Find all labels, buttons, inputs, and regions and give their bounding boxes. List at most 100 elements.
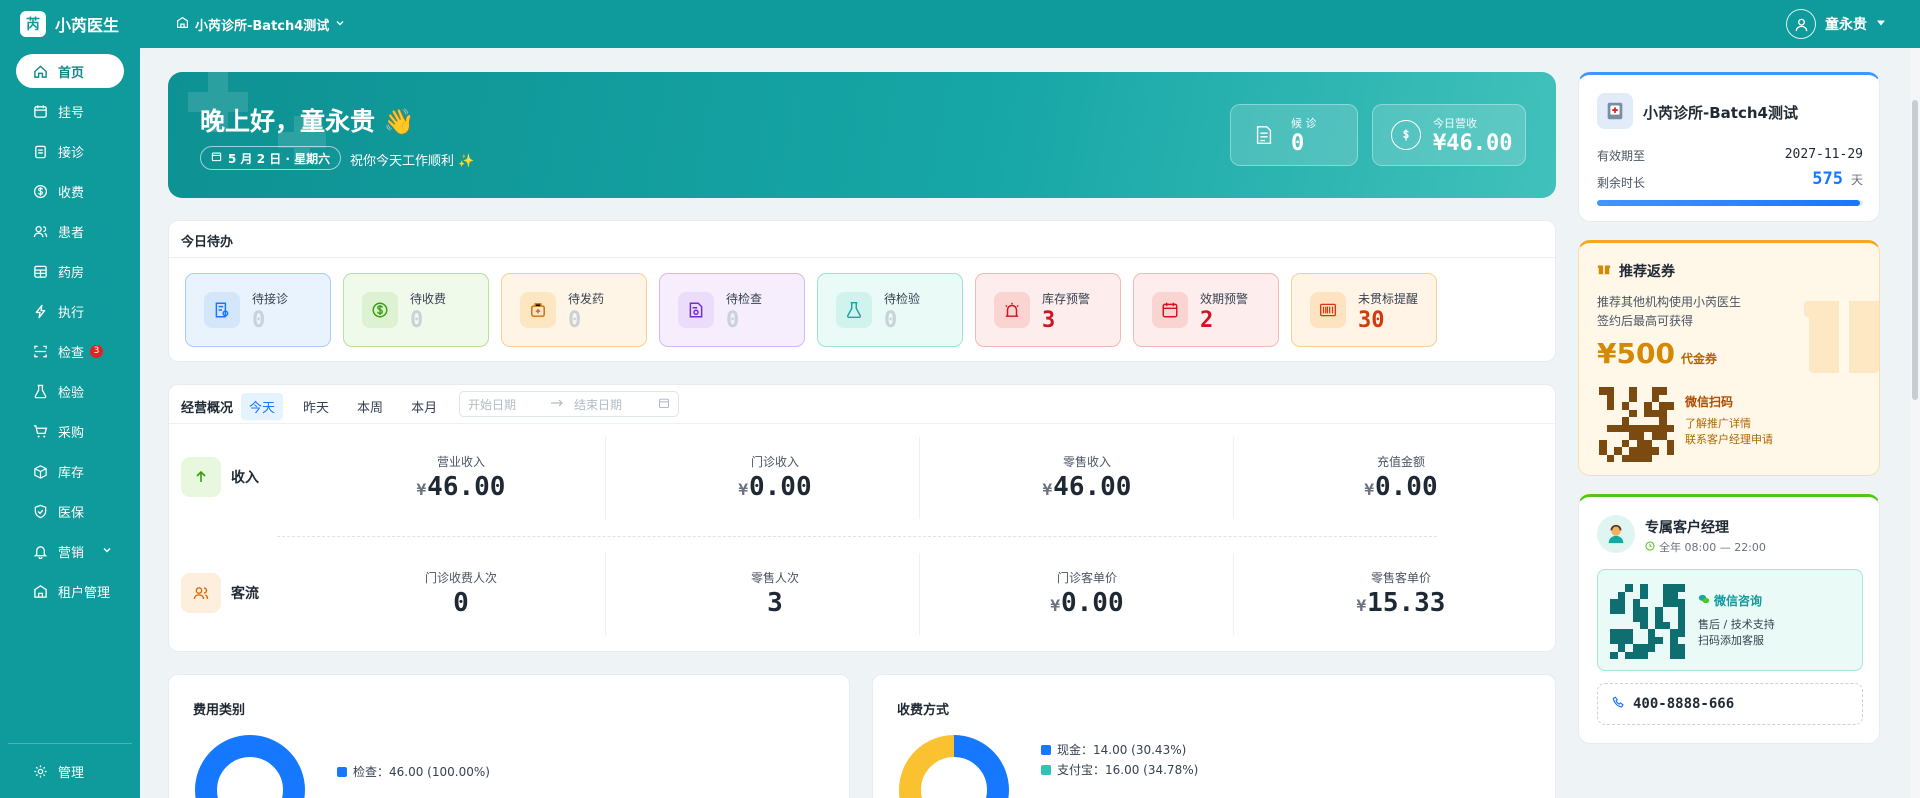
tab-today[interactable]: 今天	[241, 393, 284, 420]
waiting-card[interactable]: 候 诊 0	[1230, 104, 1358, 166]
document-icon	[1249, 120, 1279, 150]
bell-icon	[32, 543, 48, 559]
barcode-icon	[1310, 292, 1346, 328]
qr-cell	[1599, 387, 1607, 395]
tab-yesterday[interactable]: 昨天	[295, 393, 337, 420]
todo-pending-exam[interactable]: 待检查 0	[659, 273, 805, 347]
metric-value: ¥46.00	[931, 472, 1243, 502]
divider	[169, 423, 1555, 424]
todo-label: 待检验	[884, 292, 921, 306]
sidebar-item-exam[interactable]: 检查 3	[16, 334, 124, 368]
qr-cell	[1610, 651, 1618, 659]
qr-cell	[1614, 410, 1622, 418]
todo-value: 0	[884, 308, 898, 333]
divider	[169, 257, 1555, 258]
qr-cell	[1622, 410, 1630, 418]
sidebar-item-patients[interactable]: 患者	[16, 214, 124, 248]
user-menu[interactable]: 童永贵	[1786, 9, 1886, 39]
todo-pending-charge[interactable]: 待收费 0	[343, 273, 489, 347]
qr-cell	[1633, 584, 1641, 592]
revenue-card[interactable]: 今日营收 ¥46.00	[1372, 104, 1526, 166]
qr-cell	[1644, 417, 1652, 425]
wechat-consult-box[interactable]: 微信咨询 售后 / 技术支持 扫码添加客服	[1597, 569, 1863, 671]
sidebar-item-insurance[interactable]: 医保	[16, 494, 124, 528]
sidebar-item-consult[interactable]: 接诊	[16, 134, 124, 168]
qr-cell	[1606, 402, 1614, 410]
qr-cell	[1677, 651, 1685, 659]
todo-label: 未贯标提醒	[1358, 292, 1419, 306]
metric-label: 门诊收费人次	[424, 571, 497, 585]
date-range-picker[interactable]: 开始日期 结束日期	[459, 391, 679, 417]
qr-cell	[1640, 651, 1648, 659]
todo-pending-lab[interactable]: 待检验 0	[817, 273, 963, 347]
lightning-icon	[32, 303, 48, 319]
wechat-consult-line2: 扫码添加客服	[1698, 634, 1764, 647]
sidebar-item-register[interactable]: 挂号	[16, 94, 124, 128]
sidebar-item-marketing[interactable]: 营销	[16, 534, 124, 568]
clinic-selector[interactable]: 小芮诊所-Batch4测试	[176, 15, 345, 34]
metric-clinic-visits: 门诊收费人次 0	[305, 569, 617, 618]
sidebar-item-lab[interactable]: 检验	[16, 374, 124, 408]
tab-week[interactable]: 本周	[349, 393, 391, 420]
qr-cell	[1677, 606, 1685, 614]
end-date-input[interactable]: 结束日期	[574, 396, 658, 413]
sidebar-item-manage[interactable]: 管理	[16, 754, 124, 788]
todo-pending-dispense[interactable]: 待发药 0	[501, 273, 647, 347]
qr-cell	[1599, 395, 1607, 403]
building-icon	[32, 583, 48, 599]
todo-standard-reminder[interactable]: 未贯标提醒 30	[1291, 273, 1437, 347]
todo-stock-warning[interactable]: 库存预警 3	[975, 273, 1121, 347]
todo-pending-consult[interactable]: 待接诊 0	[185, 273, 331, 347]
scroll-thumb[interactable]	[1912, 100, 1918, 400]
gear-icon	[32, 763, 48, 779]
qr-cell	[1663, 614, 1671, 622]
sidebar-item-pharmacy[interactable]: 药房	[16, 254, 124, 288]
chevron-down-icon	[335, 17, 345, 32]
brand[interactable]: 芮 小芮医生	[20, 11, 119, 37]
hospital-icon	[1597, 93, 1633, 129]
currency: ¥	[1042, 480, 1053, 499]
dashed-divider	[277, 536, 1437, 537]
sidebar-item-purchase[interactable]: 采购	[16, 414, 124, 448]
sidebar-item-tenant[interactable]: 租户管理	[16, 574, 124, 608]
qr-cell	[1644, 432, 1652, 440]
payment-donut-chart	[899, 735, 1009, 798]
qr-cell	[1636, 439, 1644, 447]
sidebar-item-charge[interactable]: 收费	[16, 174, 124, 208]
sidebar-item-home[interactable]: 首页	[16, 54, 124, 88]
sidebar-item-execute[interactable]: 执行	[16, 294, 124, 328]
sidebar-item-inventory[interactable]: 库存	[16, 454, 124, 488]
referral-amount: ¥500	[1597, 337, 1675, 370]
pharmacy-icon	[32, 263, 48, 279]
qr-cell	[1599, 417, 1607, 425]
sidebar-divider	[8, 743, 132, 744]
legend-label: 现金：14.00 (30.43%)	[1057, 743, 1187, 757]
main-content: 晚上好，童永贵 👋 5 月 2 日 · 星期六 祝你今天工作顺利 ✨ 候 诊 0…	[140, 48, 1910, 798]
referral-card[interactable]: 推荐返券 推荐其他机构使用小芮医生 签约后最高可获得 ¥500 代金券 微信扫码…	[1578, 240, 1880, 476]
qr-cell	[1659, 432, 1667, 440]
qr-cell	[1632, 614, 1640, 622]
referral-qr-code[interactable]	[1599, 387, 1674, 462]
qr-cell	[1670, 584, 1678, 592]
qr-cell	[1640, 584, 1648, 592]
qr-cell	[1618, 622, 1626, 630]
qr-cell	[1659, 440, 1667, 448]
user-name: 童永贵	[1825, 17, 1867, 33]
qr-cell	[1666, 447, 1674, 455]
todo-value: 0	[410, 308, 424, 333]
todo-value: 3	[1042, 308, 1056, 333]
qr-cell	[1648, 607, 1656, 615]
qr-cell	[1614, 455, 1622, 463]
sidebar-item-label: 收费	[58, 185, 85, 201]
tab-month[interactable]: 本月	[403, 393, 445, 420]
qr-cell	[1632, 599, 1640, 607]
todo-expiry-warning[interactable]: 效期预警 2	[1133, 273, 1279, 347]
qr-cell	[1621, 439, 1629, 447]
start-date-input[interactable]: 开始日期	[468, 396, 550, 413]
qr-cell	[1629, 409, 1637, 417]
wechat-qr-code[interactable]	[1610, 584, 1685, 659]
qr-cell	[1607, 447, 1615, 455]
phone-box[interactable]: 400-8888-666	[1597, 683, 1863, 725]
page-scrollbar[interactable]	[1910, 48, 1920, 798]
metric-value: ¥15.33	[1245, 588, 1557, 618]
